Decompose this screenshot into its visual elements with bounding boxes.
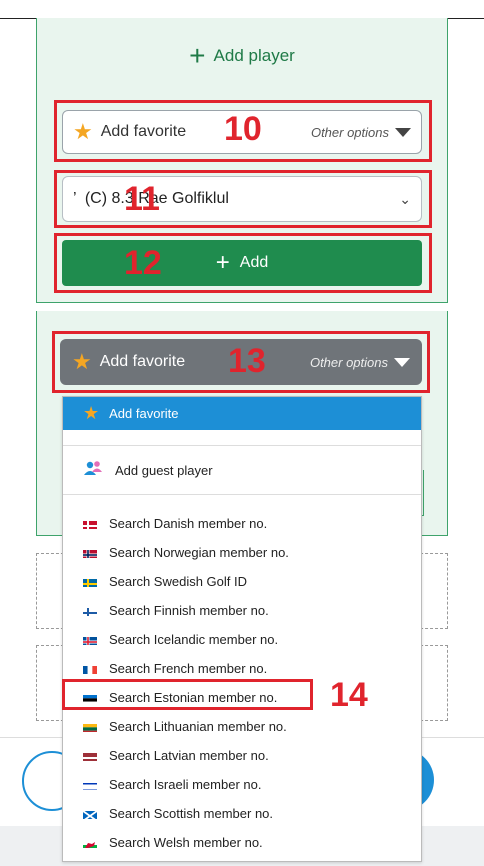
dropdown-item-search-wa[interactable]: Search Welsh member no. [63, 828, 421, 857]
dropdown-item-add-favorite[interactable]: ★ Add favorite [63, 397, 421, 430]
add-button[interactable]: + Add [62, 240, 422, 286]
dropdown-item-label: Search Welsh member no. [109, 835, 263, 850]
flag-il-icon [83, 780, 97, 790]
screenshot-divider [0, 303, 484, 311]
club-select[interactable]: ’ (C) 8.3 Rae Golfiklul ⌄ [62, 176, 422, 222]
add-favorite-label: Add favorite [100, 123, 187, 140]
annotation-13: 13 [228, 342, 266, 380]
add-player-button[interactable]: + Add player [36, 38, 448, 74]
flag-lv-icon [83, 751, 97, 761]
add-player-label: Add player [213, 46, 295, 65]
dropdown-item-label: Search Israeli member no. [109, 777, 262, 792]
add-favorite-label: Add favorite [99, 353, 186, 370]
dropdown-item-search-lt[interactable]: Search Lithuanian member no. [63, 712, 421, 741]
dropdown-item-label: Search Scottish member no. [109, 806, 274, 821]
annotation-11: 11 [124, 180, 160, 218]
dropdown-item-label: Search Icelandic member no. [109, 632, 279, 647]
flag-wa-icon [83, 838, 97, 848]
flag-fr-icon [83, 664, 97, 674]
dropdown-item-label: Search Danish member no. [109, 516, 268, 531]
other-options-label: Other options [310, 124, 389, 140]
dropdown-item-search-no[interactable]: Search Norwegian member no. [63, 538, 421, 567]
star-icon: ★ [73, 119, 93, 144]
guest-player-icon [83, 460, 103, 481]
annotation-14: 14 [330, 676, 368, 714]
dropdown-item-search-se[interactable]: Search Swedish Golf ID [63, 567, 421, 596]
star-icon: ★ [72, 349, 92, 374]
flag-se-icon [83, 577, 97, 587]
flag-fi-icon [83, 606, 97, 616]
dropdown-item-search-lv[interactable]: Search Latvian member no. [63, 741, 421, 770]
flag-is-icon [83, 635, 97, 645]
caret-down-icon[interactable] [395, 127, 411, 137]
top-bar [0, 0, 484, 19]
dropdown-item-label: Search Finnish member no. [109, 603, 269, 618]
dropdown-item-search-is[interactable]: Search Icelandic member no. [63, 625, 421, 654]
plus-icon: + [215, 249, 230, 276]
dropdown-item-label: Search Latvian member no. [109, 748, 269, 763]
dropdown-item-label: Search Lithuanian member no. [109, 719, 287, 734]
caret-down-icon[interactable] [394, 357, 410, 367]
plus-icon: + [189, 40, 206, 71]
dropdown-item-search-il[interactable]: Search Israeli member no. [63, 770, 421, 799]
dropdown-item-search-sc[interactable]: Search Scottish member no. [63, 799, 421, 828]
dropdown-item-label: Add guest player [115, 462, 213, 478]
flag-sc-icon [83, 809, 97, 819]
dropdown-item-label: Add favorite [109, 406, 179, 421]
add-button-label: Add [239, 254, 269, 271]
dropdown-item-label: Search Norwegian member no. [109, 545, 289, 560]
annotation-10: 10 [224, 110, 262, 148]
flag-dk-icon [83, 519, 97, 529]
flag-no-icon [83, 548, 97, 558]
star-icon: ★ [83, 403, 100, 423]
dropdown-item-add-guest[interactable]: Add guest player [63, 445, 421, 495]
other-options-label: Other options [309, 354, 388, 370]
chevron-down-icon: ⌄ [399, 190, 411, 207]
dropdown-item-label: Search French member no. [109, 661, 268, 676]
dropdown-item-search-fi[interactable]: Search Finnish member no. [63, 596, 421, 625]
dropdown-item-search-dk[interactable]: Search Danish member no. [63, 509, 421, 538]
dropdown-item-label: Search Swedish Golf ID [109, 574, 248, 589]
annotation-box-14 [62, 679, 313, 710]
options-dropdown: ★ Add favorite Add guest player Search D… [62, 396, 422, 862]
flag-lt-icon [83, 722, 97, 732]
annotation-12: 12 [124, 244, 162, 282]
